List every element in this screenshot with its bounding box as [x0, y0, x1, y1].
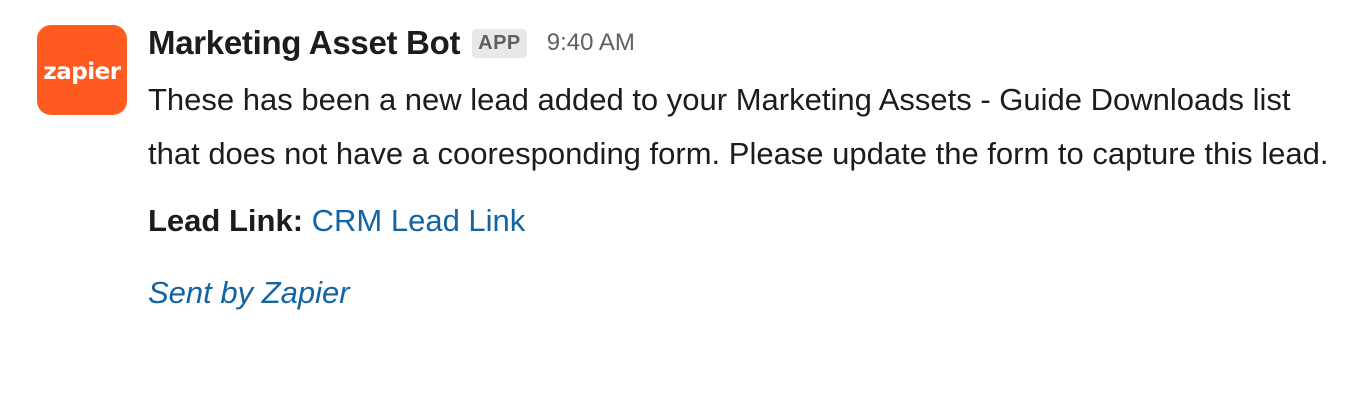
lead-link-label: Lead Link:: [148, 203, 304, 238]
avatar[interactable]: zapier: [37, 25, 127, 115]
chat-message: zapier Marketing Asset Bot APP 9:40 AM T…: [0, 0, 1358, 400]
lead-link-row: Lead Link: CRM Lead Link: [148, 201, 1338, 241]
app-badge: APP: [472, 28, 527, 58]
message-text: These has been a new lead added to your …: [148, 82, 1329, 171]
message-timestamp[interactable]: 9:40 AM: [547, 29, 635, 57]
crm-lead-link[interactable]: CRM Lead Link: [312, 203, 526, 238]
sent-by-footer[interactable]: Sent by Zapier: [148, 273, 1338, 313]
message-body: Marketing Asset Bot APP 9:40 AM These ha…: [148, 20, 1338, 313]
zapier-logo: zapier: [43, 59, 121, 85]
message-header: Marketing Asset Bot APP 9:40 AM: [148, 20, 1338, 66]
sender-name[interactable]: Marketing Asset Bot: [148, 24, 460, 62]
